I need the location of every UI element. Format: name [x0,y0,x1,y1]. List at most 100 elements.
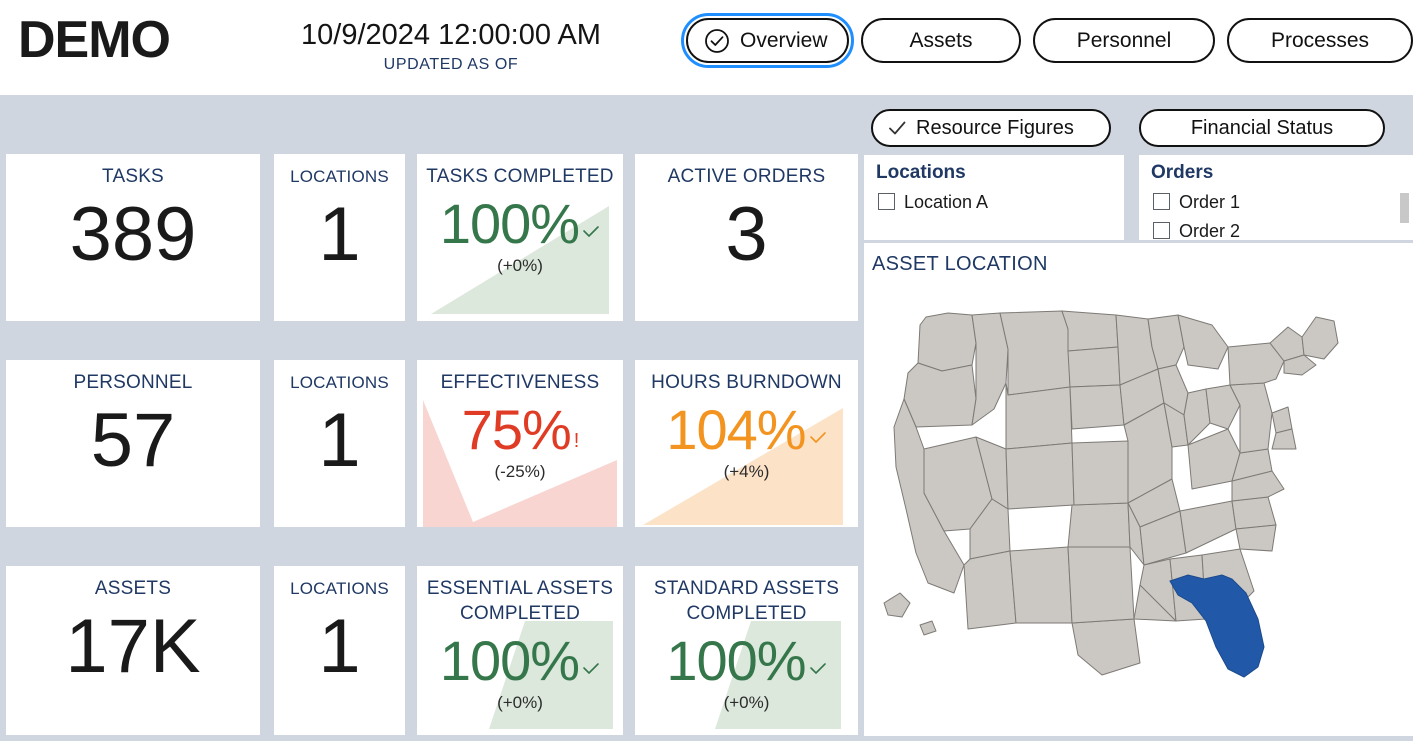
kpi-row-tasks: TASKS 389 LOCATIONS 1 TASKS COMPLETED 10… [6,154,858,321]
kpi-row-assets: ASSETS 17K LOCATIONS 1 ESSENTIAL ASSETS … [6,566,858,735]
app-header: DEMO 10/9/2024 12:00:00 AM UPDATED AS OF… [0,0,1413,95]
timestamp-value: 10/9/2024 12:00:00 AM [255,16,647,54]
dashboard-root: DEMO 10/9/2024 12:00:00 AM UPDATED AS OF… [0,0,1413,741]
tile-essential-assets-completed[interactable]: ESSENTIAL ASSETS COMPLETED 100% (+0%) [417,566,623,735]
tile-standard-assets-completed-title: STANDARD ASSETS COMPLETED [635,566,858,626]
filter-orders-item-label: Order 1 [1179,191,1240,213]
tile-personnel-value: 57 [6,401,260,481]
tile-active-orders[interactable]: ACTIVE ORDERS 3 [635,154,858,321]
tile-essential-assets-completed-title: ESSENTIAL ASSETS COMPLETED [417,566,623,626]
state-indiana [1184,389,1210,445]
nav-tab-processes-label: Processes [1271,29,1369,53]
check-icon [582,662,600,676]
state-colorado [1068,503,1130,547]
right-panel: Resource Figures Financial Status Locati… [862,95,1413,741]
filter-locations-item[interactable]: Location A [864,187,1124,216]
check-circle-icon [704,28,730,54]
toggle-resource-figures[interactable]: Resource Figures [871,109,1111,147]
tile-standard-assets-completed-value: 100% [666,628,805,694]
tile-active-orders-value: 3 [635,195,858,275]
tile-hours-burndown[interactable]: HOURS BURNDOWN 104% (+4%) [635,360,858,527]
tile-tasks-completed-metric: 100% (+0%) [417,191,623,277]
check-icon [809,662,827,676]
timestamp-label: UPDATED AS OF [255,54,647,76]
toggle-financial-status[interactable]: Financial Status [1139,109,1385,147]
tile-active-orders-title: ACTIVE ORDERS [635,154,858,189]
tile-locations-2-value: 1 [274,401,405,481]
tile-effectiveness-metric: 75% ! (-25%) [417,397,623,483]
view-toggle-group: Resource Figures Financial Status [871,109,1385,147]
state-new-jersey [1272,407,1292,433]
tile-effectiveness[interactable]: EFFECTIVENESS 75% ! (-25%) [417,360,623,527]
checkbox-icon[interactable] [1153,222,1170,239]
tile-standard-assets-completed-metric: 100% (+0%) [635,628,858,714]
nav-tab-assets-label: Assets [909,29,972,53]
asset-location-card: ASSET LOCATION [864,243,1413,736]
filter-orders: Orders Order 1 Order 2 [1139,155,1413,240]
nav-tab-personnel[interactable]: Personnel [1033,18,1215,63]
tile-locations-1[interactable]: LOCATIONS 1 [274,154,405,321]
state-new-mexico [1010,547,1072,623]
state-south-carolina [1236,525,1276,551]
nav-tab-overview[interactable]: Overview [686,18,849,63]
state-south-dakota [1068,347,1120,387]
filter-locations-title: Locations [864,155,1124,187]
filter-orders-item[interactable]: Order 2 [1139,216,1413,240]
state-pennsylvania [1230,383,1272,453]
kpi-row-personnel: PERSONNEL 57 LOCATIONS 1 EFFECTIVENESS 7… [6,360,858,527]
state-north-carolina-west [1232,497,1276,529]
checkbox-icon[interactable] [1153,193,1170,210]
check-icon [809,431,827,445]
state-alaska-inset [884,593,910,617]
tile-tasks-completed[interactable]: TASKS COMPLETED 100% (+0%) [417,154,623,321]
state-nebraska [1070,385,1124,429]
nav-tab-personnel-label: Personnel [1077,29,1172,53]
asset-location-title: ASSET LOCATION [864,243,1413,277]
alert-icon: ! [574,431,579,451]
tile-hours-burndown-title: HOURS BURNDOWN [635,360,858,395]
state-maine [1302,317,1338,359]
tile-locations-3-value: 1 [274,607,405,687]
brand-title: DEMO [18,10,170,70]
tile-standard-assets-completed-delta: (+0%) [635,692,858,714]
kpi-grid: TASKS 389 LOCATIONS 1 TASKS COMPLETED 10… [6,154,858,735]
filter-row: Locations Location A Orders Order 1 Orde… [864,155,1413,240]
map-states [884,311,1338,675]
filter-orders-item-label: Order 2 [1179,220,1240,241]
tile-effectiveness-value: 75% [462,397,571,463]
state-idaho [972,313,1008,425]
filter-orders-title: Orders [1139,155,1413,187]
nav-tab-processes[interactable]: Processes [1227,18,1413,63]
tile-locations-3[interactable]: LOCATIONS 1 [274,566,405,735]
tile-locations-1-title: LOCATIONS [274,154,405,189]
state-oklahoma [1068,547,1134,623]
tile-personnel[interactable]: PERSONNEL 57 [6,360,260,527]
tile-assets-title: ASSETS [6,566,260,601]
check-icon [887,118,907,138]
state-michigan [1178,315,1228,369]
tile-personnel-title: PERSONNEL [6,360,260,395]
tile-tasks-title: TASKS [6,154,260,189]
main-nav: Overview Assets Personnel Processes [686,18,1413,63]
tile-tasks-completed-value: 100% [440,191,579,257]
us-map[interactable] [872,303,1382,723]
tile-locations-2[interactable]: LOCATIONS 1 [274,360,405,527]
tile-locations-3-title: LOCATIONS [274,566,405,601]
tile-tasks-completed-title: TASKS COMPLETED [417,154,623,189]
tile-standard-assets-completed[interactable]: STANDARD ASSETS COMPLETED 100% (+0%) [635,566,858,735]
filter-orders-item[interactable]: Order 1 [1139,187,1413,216]
tile-tasks[interactable]: TASKS 389 [6,154,260,321]
tile-locations-2-title: LOCATIONS [274,360,405,395]
tile-assets[interactable]: ASSETS 17K [6,566,260,735]
state-oregon [904,363,976,427]
state-kansas [1072,441,1128,505]
tile-hours-burndown-metric: 104% (+4%) [635,397,858,483]
tile-tasks-value: 389 [6,195,260,275]
checkbox-icon[interactable] [878,193,895,210]
tile-locations-1-value: 1 [274,195,405,275]
state-texas [1072,619,1140,675]
filter-orders-scrollbar[interactable] [1400,193,1409,223]
state-north-dakota [1062,311,1118,351]
tile-essential-assets-completed-delta: (+0%) [417,692,623,714]
nav-tab-assets[interactable]: Assets [861,18,1021,63]
